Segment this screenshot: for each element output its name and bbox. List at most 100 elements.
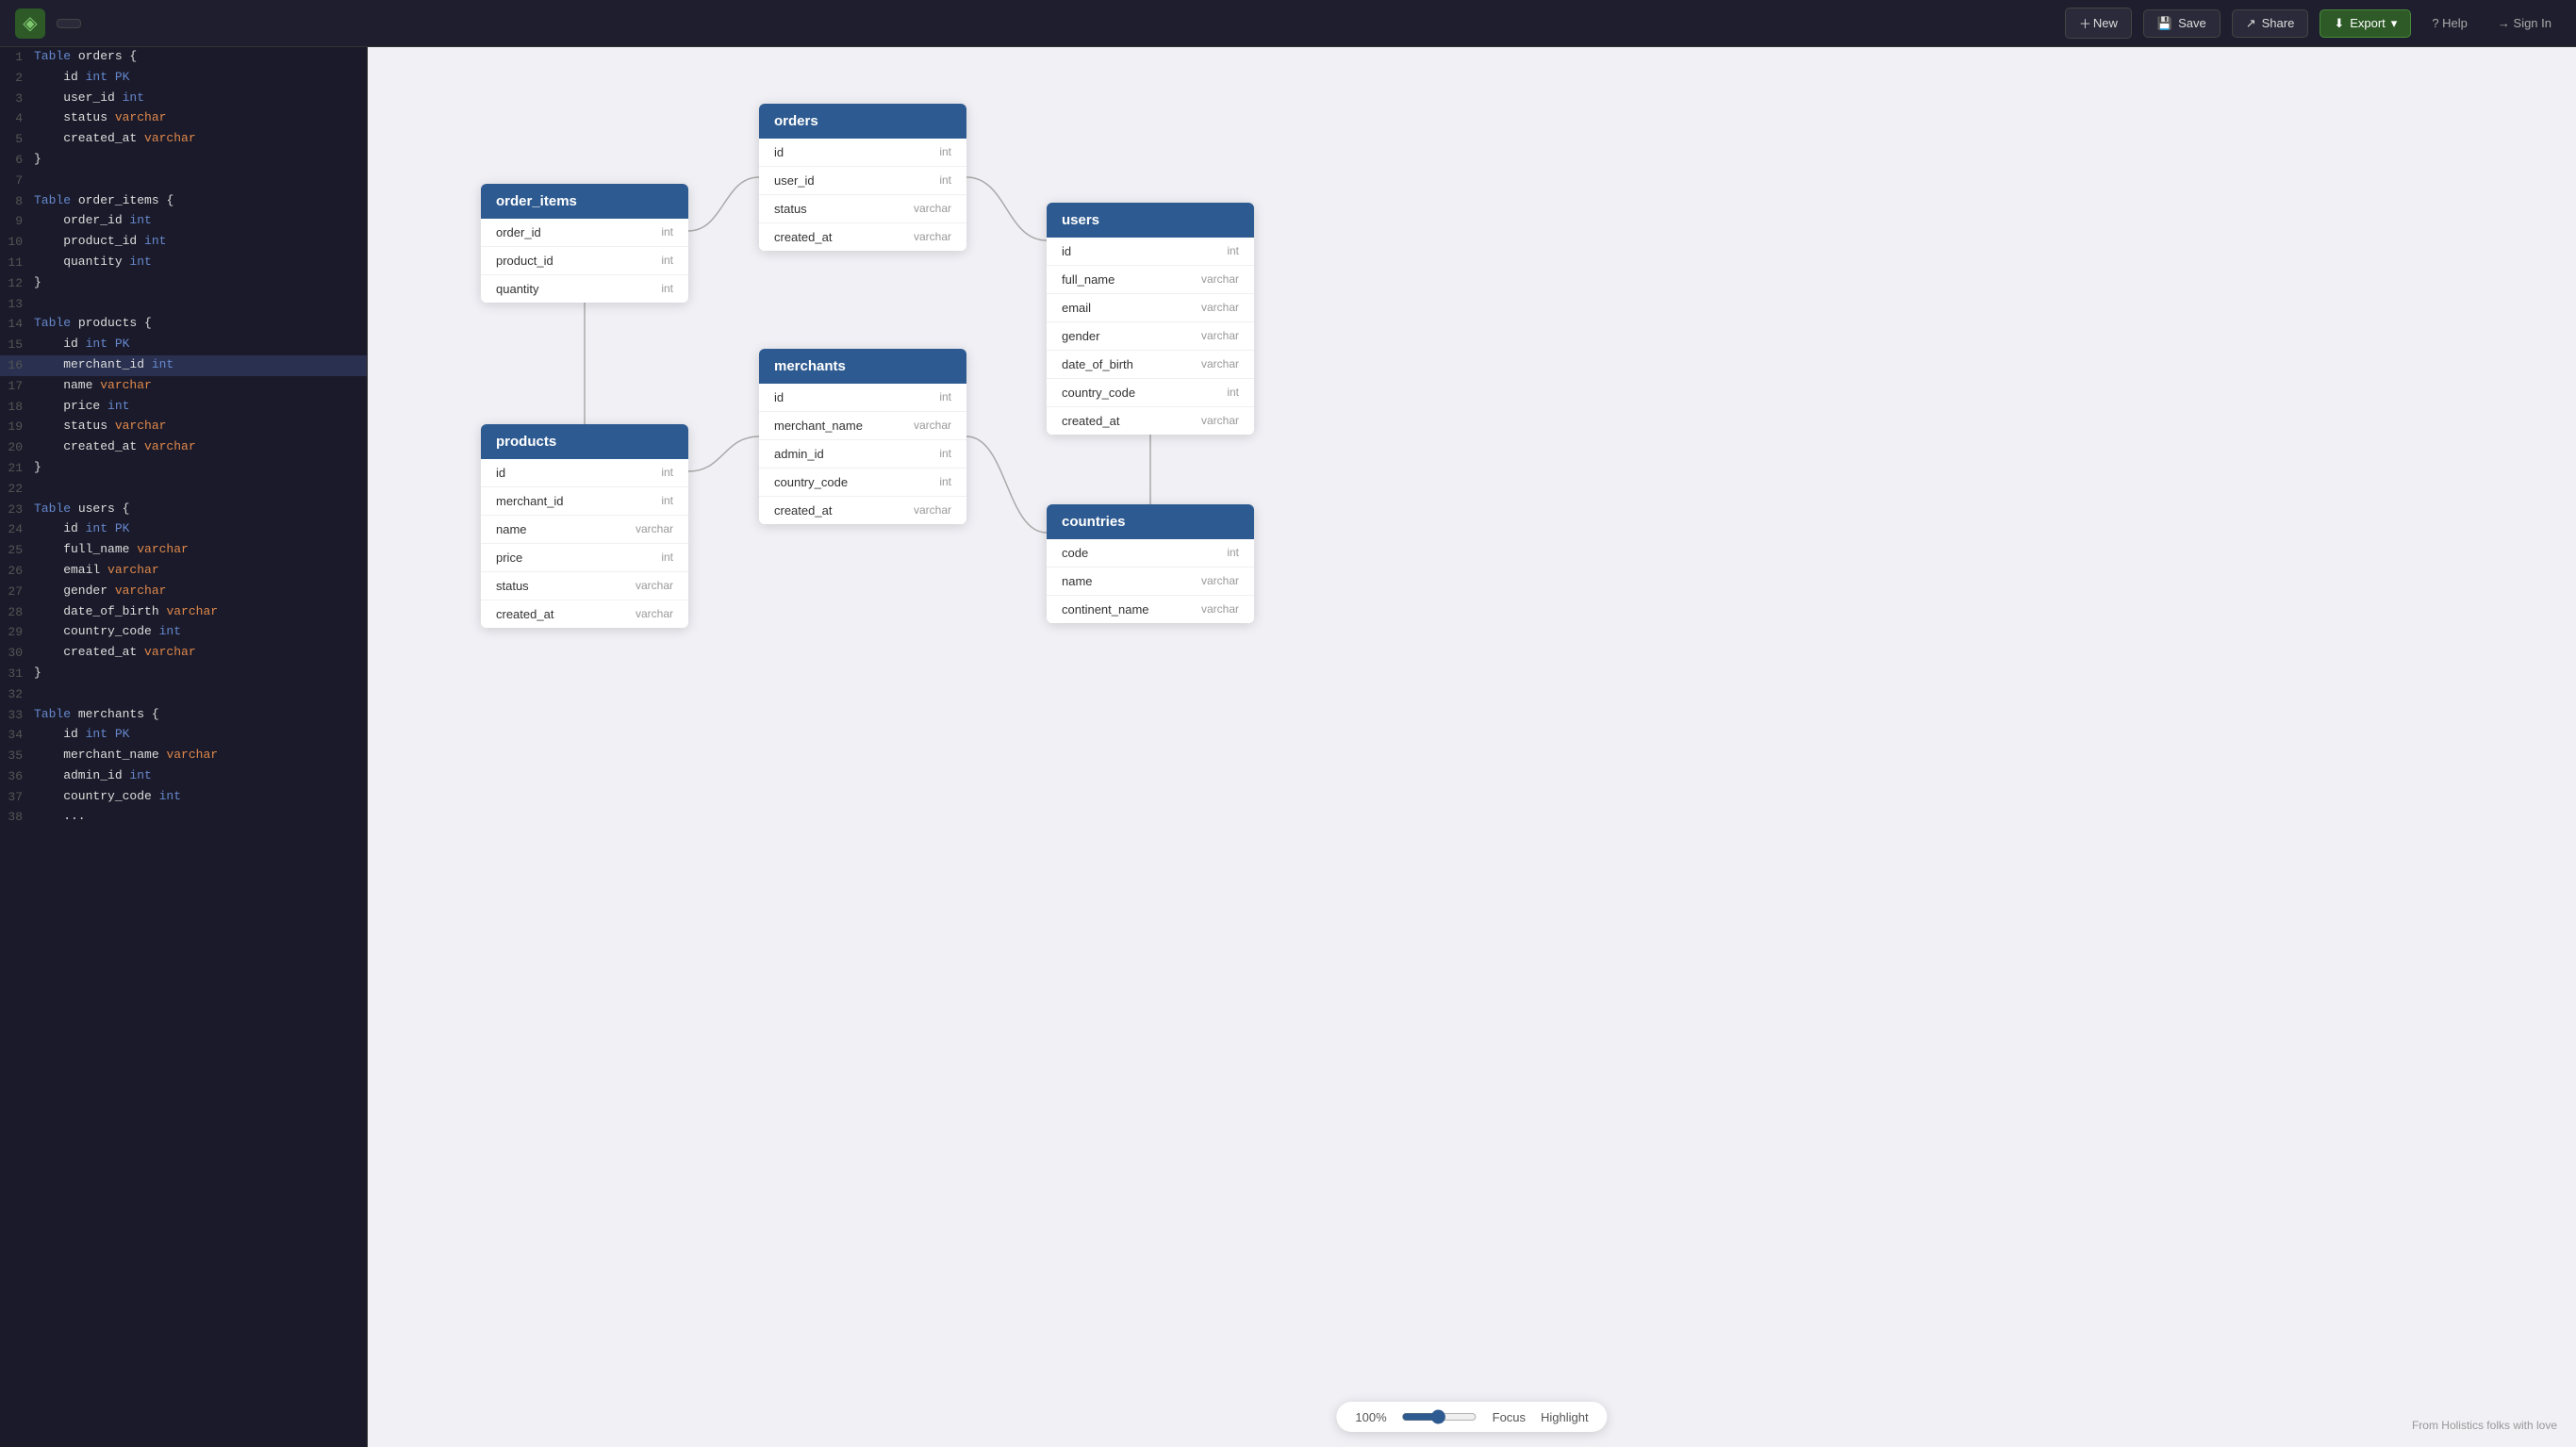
code-line-23: 23Table users { bbox=[0, 500, 367, 520]
new-button[interactable]: ＋ New bbox=[2065, 8, 2132, 39]
export-button[interactable]: ⬇ Export ▾ bbox=[2320, 9, 2411, 38]
code-line-21: 21} bbox=[0, 458, 367, 479]
table-header-users: users bbox=[1047, 203, 1254, 238]
line-number: 36 bbox=[0, 766, 34, 787]
table-row: country_codeint bbox=[1047, 379, 1254, 407]
table-row: date_of_birthvarchar bbox=[1047, 351, 1254, 379]
line-content: admin_id int bbox=[34, 766, 367, 787]
field-type: varchar bbox=[1201, 602, 1239, 617]
table-products[interactable]: productsidintmerchant_idintnamevarcharpr… bbox=[481, 424, 688, 628]
field-name: price bbox=[496, 551, 522, 565]
table-orders[interactable]: ordersidintuser_idintstatusvarcharcreate… bbox=[759, 104, 966, 251]
line-number: 10 bbox=[0, 232, 34, 253]
line-content: created_at varchar bbox=[34, 129, 367, 150]
line-number: 18 bbox=[0, 397, 34, 418]
field-name: name bbox=[1062, 574, 1093, 588]
field-name: created_at bbox=[774, 230, 832, 244]
table-row: emailvarchar bbox=[1047, 294, 1254, 322]
code-line-17: 17 name varchar bbox=[0, 376, 367, 397]
diagram-title[interactable] bbox=[57, 19, 81, 28]
table-merchants[interactable]: merchantsidintmerchant_namevarcharadmin_… bbox=[759, 349, 966, 524]
line-number: 33 bbox=[0, 705, 34, 726]
field-type: varchar bbox=[1201, 329, 1239, 343]
highlight-button[interactable]: Highlight bbox=[1541, 1410, 1589, 1424]
field-name: order_id bbox=[496, 225, 541, 239]
field-name: created_at bbox=[1062, 414, 1119, 428]
code-line-28: 28 date_of_birth varchar bbox=[0, 602, 367, 623]
table-row: created_at varchar bbox=[1047, 407, 1254, 435]
save-icon: 💾 bbox=[2157, 16, 2172, 31]
field-type: int bbox=[939, 475, 951, 489]
table-order_items[interactable]: order_itemsorder_idintproduct_idintquant… bbox=[481, 184, 688, 303]
line-content: Table order_items { bbox=[34, 191, 367, 212]
line-number: 25 bbox=[0, 540, 34, 561]
code-line-34: 34 id int PK bbox=[0, 725, 367, 746]
code-panel[interactable]: 1Table orders {2 id int PK3 user_id int4… bbox=[0, 47, 368, 1447]
field-name: created_at bbox=[496, 607, 553, 621]
code-line-20: 20 created_at varchar bbox=[0, 437, 367, 458]
line-content bbox=[34, 294, 367, 315]
line-number: 14 bbox=[0, 314, 34, 335]
focus-button[interactable]: Focus bbox=[1493, 1410, 1526, 1424]
field-type: varchar bbox=[1201, 414, 1239, 428]
share-button[interactable]: ↗ Share bbox=[2232, 9, 2309, 38]
line-content: id int PK bbox=[34, 335, 367, 355]
save-button[interactable]: 💾 Save bbox=[2143, 9, 2221, 38]
line-content: full_name varchar bbox=[34, 540, 367, 561]
code-line-31: 31} bbox=[0, 664, 367, 684]
table-row: full_namevarchar bbox=[1047, 266, 1254, 294]
field-name: code bbox=[1062, 546, 1088, 560]
table-countries[interactable]: countriescodeintnamevarcharcontinent_nam… bbox=[1047, 504, 1254, 623]
table-row: status varchar bbox=[759, 195, 966, 223]
line-number: 15 bbox=[0, 335, 34, 355]
line-number: 4 bbox=[0, 108, 34, 129]
code-line-30: 30 created_at varchar bbox=[0, 643, 367, 664]
field-type: varchar bbox=[914, 202, 951, 216]
table-row: merchant_namevarchar bbox=[759, 412, 966, 440]
field-name: name bbox=[496, 522, 527, 536]
line-content: order_id int bbox=[34, 211, 367, 232]
field-name: merchant_id bbox=[496, 494, 564, 508]
signin-button[interactable]: → Sign In bbox=[2488, 10, 2561, 36]
field-type: int bbox=[661, 494, 673, 508]
line-content: quantity int bbox=[34, 253, 367, 273]
table-row: continent_name varchar bbox=[1047, 596, 1254, 623]
table-row: created_at varchar bbox=[759, 223, 966, 251]
line-number: 7 bbox=[0, 171, 34, 191]
zoom-controls: 100% Focus Highlight bbox=[1336, 1402, 1607, 1432]
line-content: id int PK bbox=[34, 725, 367, 746]
field-name: id bbox=[1062, 244, 1071, 258]
line-number: 13 bbox=[0, 294, 34, 315]
line-number: 35 bbox=[0, 746, 34, 766]
code-line-13: 13 bbox=[0, 294, 367, 315]
code-line-25: 25 full_name varchar bbox=[0, 540, 367, 561]
code-line-16: 16 merchant_id int bbox=[0, 355, 367, 376]
app-logo: ◈ bbox=[15, 8, 45, 39]
code-line-19: 19 status varchar bbox=[0, 417, 367, 437]
field-name: id bbox=[496, 466, 505, 480]
field-name: status bbox=[774, 202, 807, 216]
field-name: continent_name bbox=[1062, 602, 1149, 617]
line-number: 32 bbox=[0, 684, 34, 705]
code-line-35: 35 merchant_name varchar bbox=[0, 746, 367, 766]
table-users[interactable]: usersidintfull_namevarcharemailvarcharge… bbox=[1047, 203, 1254, 435]
table-row: namevarchar bbox=[1047, 567, 1254, 596]
field-type: int bbox=[1227, 244, 1239, 258]
line-number: 1 bbox=[0, 47, 34, 68]
code-line-24: 24 id int PK bbox=[0, 519, 367, 540]
line-content: } bbox=[34, 273, 367, 294]
field-type: int bbox=[939, 447, 951, 461]
attribution-text: From Holistics folks with love bbox=[2412, 1419, 2557, 1432]
field-type: varchar bbox=[914, 503, 951, 518]
field-name: date_of_birth bbox=[1062, 357, 1133, 371]
table-row: admin_idint bbox=[759, 440, 966, 469]
field-name: merchant_name bbox=[774, 419, 863, 433]
field-type: varchar bbox=[914, 230, 951, 244]
line-content: merchant_id int bbox=[34, 355, 367, 376]
line-content bbox=[34, 479, 367, 500]
help-button[interactable]: ? Help bbox=[2422, 10, 2477, 36]
zoom-slider[interactable] bbox=[1402, 1409, 1478, 1424]
line-content: country_code int bbox=[34, 787, 367, 808]
diagram-canvas[interactable]: 100% Focus Highlight From Holistics folk… bbox=[368, 47, 2576, 1447]
field-name: user_id bbox=[774, 173, 815, 188]
